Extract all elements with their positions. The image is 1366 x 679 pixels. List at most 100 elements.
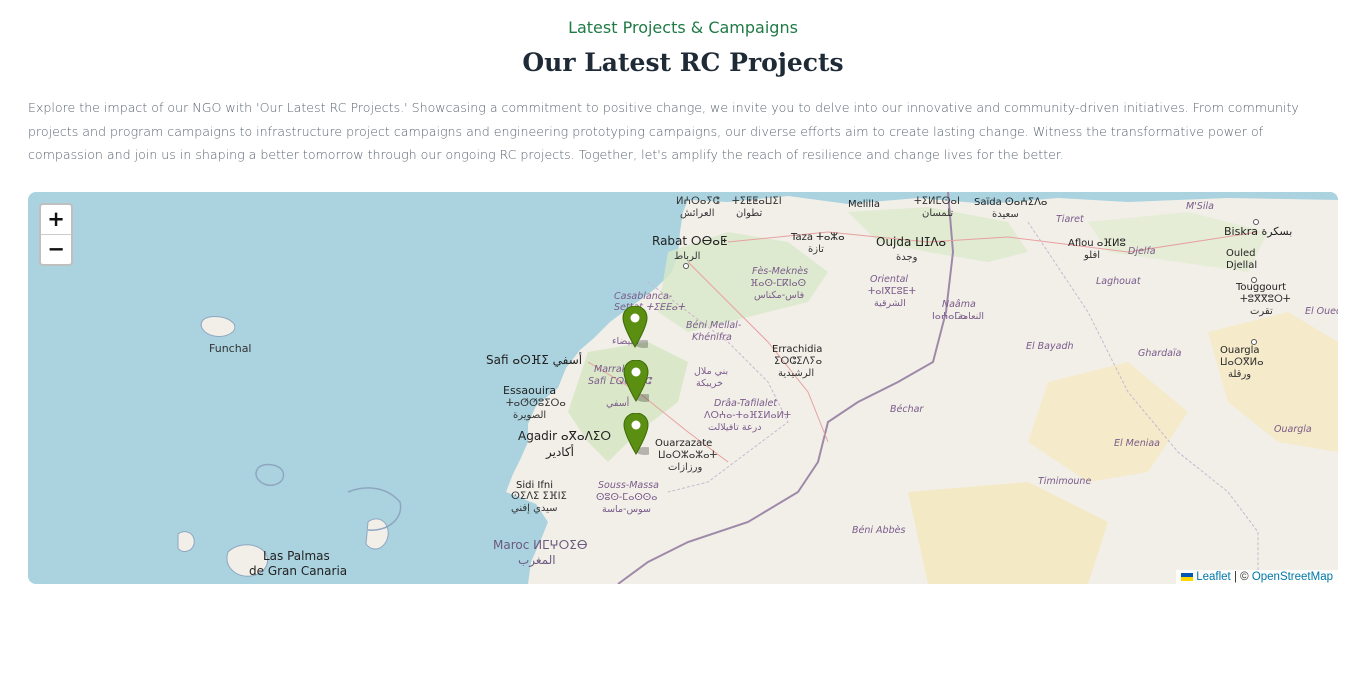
map-label: El Bayadh	[1026, 341, 1074, 352]
map-label: ⵡⴰⵔⵣⴰⵣⴰⵜ	[658, 450, 718, 461]
map-label: Casablanca-	[614, 291, 673, 302]
map-label: de Gran Canaria	[249, 564, 347, 578]
map-label: Ghardaïa	[1138, 348, 1182, 359]
map-label: تازة	[808, 244, 824, 255]
map-label: ⵜⵉⵍⵎⵙⴰⵏ	[914, 196, 960, 207]
map-label: Saïda ⵙⴰⵄⵉⴷⴰ	[974, 197, 1047, 208]
map-label: Timimoune	[1038, 476, 1091, 487]
map-label: ⵍⵄⵔⴰⵢⵛ	[676, 196, 720, 207]
map-label: El Meniaa	[1114, 438, 1160, 449]
map-label: Taza ⵜⴰⵣⴰ	[790, 232, 845, 243]
map-label: Errachidia	[772, 344, 822, 355]
map-label: ورقلة	[1228, 369, 1251, 380]
map-label: افلو	[1083, 250, 1100, 261]
map-label: ورزازات	[668, 462, 702, 473]
map-label: أكادير	[545, 444, 574, 460]
map-label: M'Sila	[1186, 201, 1214, 212]
map-label: النعامة	[958, 311, 984, 322]
map-attribution: Leaflet | © OpenStreetMap	[1176, 570, 1338, 584]
map-label: Safi ⴰⵙⴼⵉ أسفي	[486, 352, 582, 367]
city-dot	[1253, 219, 1259, 225]
map-label: Naâma	[942, 299, 976, 310]
zoom-control: + −	[39, 203, 73, 266]
map-label: الرشيدية	[778, 368, 814, 379]
map-label: Ouarzazate	[655, 438, 712, 449]
map-label: ⵜⵓⴳⴳⵓⵔⵜ	[1240, 294, 1291, 305]
map-label: الصويرة	[513, 410, 546, 421]
map-label: الشرقية	[874, 298, 906, 309]
map-label: Ouargla	[1220, 345, 1260, 356]
map-label: Las Palmas	[263, 549, 330, 563]
map-label: سعيدة	[992, 209, 1019, 220]
map-label: Agadir ⴰⴳⴰⴷⵉⵔ	[518, 429, 611, 443]
leaflet-link[interactable]: Leaflet	[1196, 571, 1231, 583]
openstreetmap-link[interactable]: OpenStreetMap	[1252, 571, 1333, 583]
map-label: ⴷⵔⵄⴰ-ⵜⴰⴼⵉⵍⴰⵍⵜ	[704, 410, 791, 421]
section-eyebrow: Latest Projects & Campaigns	[568, 18, 798, 37]
map-label: Béni Abbès	[852, 525, 905, 536]
island	[177, 531, 195, 552]
projects-map[interactable]: Funchal Safi ⴰⵙⴼⵉ أسفي Essaouira ⵜⴰⵚⵚⵓⵉⵔ…	[28, 192, 1338, 584]
section-title: Our Latest RC Projects	[522, 48, 844, 77]
map-label: Ouled	[1226, 248, 1256, 259]
map-label: Souss-Massa	[598, 480, 659, 491]
map-tiles[interactable]: Funchal Safi ⴰⵙⴼⵉ أسفي Essaouira ⵜⴰⵚⵚⵓⵉⵔ…	[28, 192, 1338, 584]
zoom-out-button[interactable]: −	[41, 235, 71, 264]
map-label: Oriental	[870, 274, 908, 285]
city-dot	[1251, 277, 1257, 283]
city-dot	[1251, 339, 1257, 345]
map-label: Ouargla	[1274, 424, 1312, 435]
map-label: Sidi Ifni	[516, 480, 553, 491]
map-label: Khénifra	[692, 332, 732, 343]
map-label: ⵡⴰⵔⴳⵍⴰ	[1220, 357, 1264, 368]
map-label: Béni Mellal-	[686, 320, 742, 331]
map-label: El Oued	[1305, 306, 1338, 317]
island	[255, 463, 285, 486]
map-label: Funchal	[209, 342, 252, 355]
map-label: سيدي إفني	[511, 503, 558, 514]
map-label: Djelfa	[1128, 246, 1156, 257]
map-label: ⵜⴰⵏⴳⵎⵓⴹⵜ	[868, 286, 916, 297]
map-marker-2[interactable]	[623, 360, 649, 402]
map-label: تلمسان	[922, 208, 953, 219]
map-label: تقرت	[1250, 306, 1273, 317]
map-label: Béchar	[890, 404, 924, 415]
map-marker-1[interactable]	[622, 306, 648, 348]
map-label: وجدة	[896, 252, 918, 263]
island	[365, 518, 389, 550]
map-label: المغرب	[518, 553, 556, 568]
map-label: خريبكة	[696, 378, 723, 389]
map-label: Drâa-Tafilalet	[714, 398, 778, 409]
section-intro: Explore the impact of our NGO with 'Our …	[28, 100, 1299, 162]
map-label: درعة تافيلالت	[708, 422, 761, 433]
map-label: سوس-ماسة	[602, 504, 651, 515]
map-label: ⵙⵓⵙ-ⵎⴰⵙⵙⴰ	[596, 492, 657, 503]
map-label: Fès-Meknès	[752, 266, 808, 277]
map-label: Djellal	[1226, 260, 1257, 271]
ukraine-flag-icon	[1181, 573, 1194, 581]
map-label: الرباط	[674, 251, 700, 262]
map-label: Melilla	[848, 199, 880, 210]
map-label: Rabat ⵔⴱⴰⵟ	[652, 234, 727, 248]
map-label: فاس-مكناس	[754, 290, 804, 301]
map-label: Touggourt	[1235, 282, 1286, 293]
map-label: ⵙⵉⴷⵉ ⵉⴼⵏⵉ	[511, 491, 567, 502]
map-label: Biskra بسكرة	[1224, 225, 1292, 238]
island	[200, 316, 236, 337]
attribution-separator: | ©	[1233, 571, 1249, 583]
map-label: العرائش	[680, 208, 714, 219]
map-label: بني ملال	[694, 366, 728, 377]
zoom-in-button[interactable]: +	[41, 205, 71, 235]
map-label: Tiaret	[1056, 214, 1085, 225]
map-label: ⵜⵉⵟⵟⴰⵡⵉⵏ	[732, 196, 782, 207]
map-label: Aflou ⴰⴼⵍⵓ	[1068, 238, 1126, 249]
map-label: Essaouira	[503, 384, 556, 397]
map-label: Maroc ⵍⵎⵖⵔⵉⴱ	[493, 538, 587, 552]
city-dot	[683, 263, 689, 269]
map-label: Oujda ⵡⵊⴷⴰ	[876, 235, 946, 249]
map-label: تطوان	[736, 208, 762, 219]
map-label: ⵜⴰⵚⵚⵓⵉⵔⴰ	[506, 398, 566, 409]
map-label: ⵉⵔⵛⵉⴷⵢⴰ	[774, 356, 822, 367]
map-marker-3[interactable]	[623, 413, 649, 455]
map-label: ⴼⴰⵙ-ⵎⴽⵏⴰⵙ	[750, 278, 806, 289]
